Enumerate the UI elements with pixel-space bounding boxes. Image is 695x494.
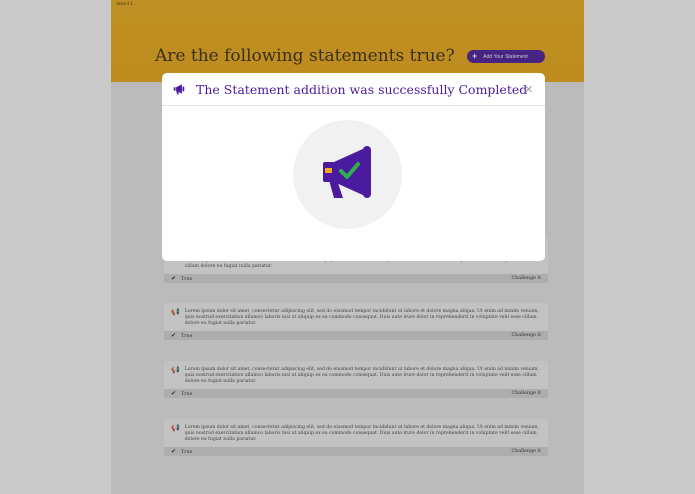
success-illustration bbox=[293, 120, 402, 229]
megaphone-check-icon bbox=[323, 146, 371, 198]
megaphone-icon bbox=[173, 84, 185, 95]
modal-header: The Statement addition was successfully … bbox=[162, 73, 545, 106]
success-modal: The Statement addition was successfully … bbox=[162, 73, 545, 261]
modal-title: The Statement addition was successfully … bbox=[196, 81, 528, 97]
close-icon[interactable]: × bbox=[524, 82, 533, 97]
